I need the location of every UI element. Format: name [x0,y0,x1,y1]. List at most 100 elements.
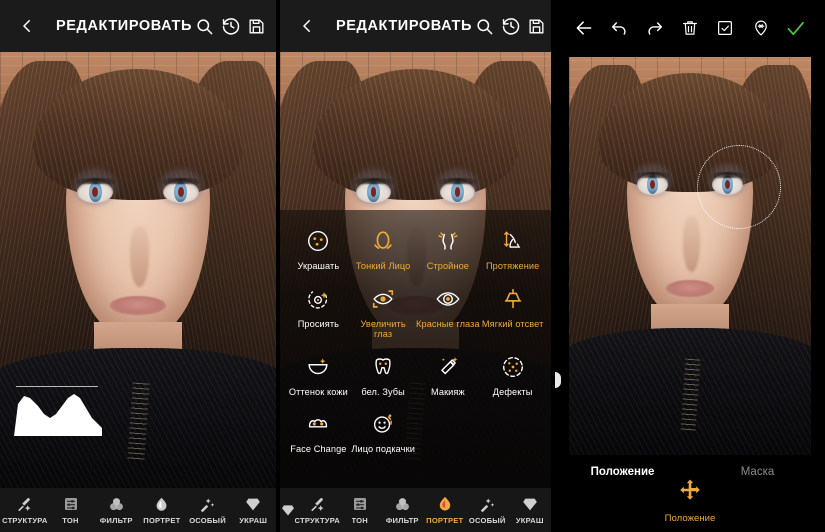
bottom-tab-structure[interactable]: СТРУКТУРА [294,495,340,525]
beautify-face-icon [303,226,333,256]
save-check-icon[interactable] [712,15,738,41]
eye-right [157,168,204,206]
tool-white-teeth[interactable]: бел. Зубы [351,348,416,398]
bottom-tab-label: ОСОБЫЙ [468,516,506,525]
redo-icon[interactable] [642,15,668,41]
panel1-bottom-toolbar: СТРУКТУРА ТОН ФИЛЬТР ПОРТРЕТ ОСОБЫЙ УКРА… [0,488,276,532]
tool-label: Макияж [431,386,465,397]
trash-icon[interactable] [677,15,703,41]
search-icon[interactable] [472,13,498,39]
bottom-tab-filter[interactable]: ФИЛЬТР [381,495,424,525]
bottom-tab-filter[interactable]: ФИЛЬТР [93,495,139,525]
tool-label: Протяжение [485,261,540,271]
panel2-topbar: РЕДАКТИРОВАТЬ [280,0,551,52]
panel2-title: РЕДАКТИРОВАТЬ [336,18,472,34]
magic-wand-icon [479,495,496,513]
bottom-tab-tone[interactable]: ТОН [339,495,382,525]
tool-label: Красные глаза [416,318,480,329]
bottom-tab-label: УКРАШ [239,516,268,525]
tool-makeup[interactable]: Макияж [416,348,481,398]
tool-skin-tone[interactable]: Оттенок кожи [286,348,351,398]
tool-slim-body[interactable]: Стройное [416,222,481,272]
bottom-tab-label: ФИЛЬТР [385,516,419,525]
panel1-photo[interactable] [0,52,276,488]
tool-label: бел. Зубы [361,386,405,397]
eyelash [161,178,201,185]
eyelash [635,172,670,178]
back-button[interactable] [14,13,40,39]
bottom-tab-structure[interactable]: СТРУКТУРА [2,495,48,525]
face-change-icon [303,409,333,439]
tool-label: Просиять [297,318,340,329]
tool-beautify[interactable]: Украшать [286,222,351,272]
bottom-tab-portrait[interactable]: ПОРТРЕТ [139,495,185,525]
back-button[interactable] [294,13,320,39]
bottom-tab-label: ПОРТРЕТ [143,516,181,525]
search-icon[interactable] [192,13,218,39]
pupil-redeye [92,186,99,197]
tool-label: Дефекты [492,386,533,397]
eye-left [72,168,119,206]
panel3-photo[interactable] [569,57,811,455]
bottom-tab-label: СТРУКТУРА [2,516,48,525]
bottom-tab-decorate[interactable]: УКРАШ [230,495,276,525]
bottom-tab-label: СТРУКТУРА [294,516,340,525]
eye-left [632,163,673,198]
bottom-tab-label: УКРАШ [515,516,544,525]
position-tool[interactable]: Положение [555,478,825,524]
tool-label: Украшать [297,261,340,271]
portrait-drop-icon [153,495,170,513]
tool-enlarge-eye[interactable]: Увеличить глаз [351,280,416,340]
undo-icon[interactable] [606,15,632,41]
tool-face-change[interactable]: Face Change [286,405,351,455]
filter-drops-icon [108,495,125,513]
portrait-tools-grid: Украшать Тонкий Лицо Стройное Протяжение… [286,222,545,455]
tool-face-swap[interactable]: Лицо подкачки [351,405,416,455]
tool-glow[interactable]: Просиять [286,280,351,340]
nose [129,226,150,288]
tool-slim-face[interactable]: Тонкий Лицо [351,222,416,272]
structure-icon [309,495,326,513]
phone-panel-1: РЕДАКТИРОВАТЬ СТРУКТУРА ТОН ФИЛЬТР ПОРТР… [0,0,276,532]
pin-bulb-icon[interactable] [748,15,774,41]
position-tool-label: Положение [664,513,716,524]
structure-icon [16,495,33,513]
eyelash [75,178,115,185]
panel3-topbar [555,0,825,56]
tool-label: Face Change [290,444,347,455]
enlarge-eye-icon [368,284,398,314]
bottom-tab-decorate[interactable]: УКРАШ [509,495,552,525]
red-eye-icon [433,284,463,314]
histogram-widget[interactable] [8,384,102,436]
panel2-bottom-toolbar: СТРУКТУРА ТОН ФИЛЬТР ПОРТРЕТ ОСОБЫЙ УКРА… [280,488,551,532]
back-button[interactable] [571,15,597,41]
save-floppy-icon[interactable] [244,13,270,39]
stretch-height-icon [498,226,528,256]
tab-position[interactable]: Положение [555,466,690,478]
confirm-check-icon[interactable] [783,15,809,41]
tool-stretch[interactable]: Протяжение [480,222,545,272]
pupil-redeye [177,186,184,197]
bottom-tab-special[interactable]: ОСОБЫЙ [185,495,231,525]
history-clock-icon[interactable] [498,13,524,39]
save-floppy-icon[interactable] [524,13,550,39]
portrait-drop-icon [436,495,454,513]
tone-sliders-icon [63,495,79,513]
tool-blemish[interactable]: Дефекты [480,348,545,398]
tool-label: Увеличить глаз [360,318,406,340]
history-clock-icon[interactable] [218,13,244,39]
slim-face-icon [368,226,398,256]
eye-right [434,168,481,206]
phone-panel-3: Положение Маска Положение [551,0,825,532]
edge-handle[interactable] [555,372,561,388]
edge-diamond-icon[interactable] [280,503,296,517]
bottom-tab-special[interactable]: ОСОБЫЙ [466,495,509,525]
nose [682,216,700,272]
eye-selection-marquee[interactable] [697,145,781,229]
tool-red-eye[interactable]: Красные глаза [416,280,481,340]
soft-light-icon [498,284,528,314]
tab-mask[interactable]: Маска [690,466,825,478]
bottom-tab-tone[interactable]: ТОН [48,495,94,525]
tool-soft-light[interactable]: Мягкий отсвет [480,280,545,340]
bottom-tab-portrait[interactable]: ПОРТРЕТ [424,495,467,525]
